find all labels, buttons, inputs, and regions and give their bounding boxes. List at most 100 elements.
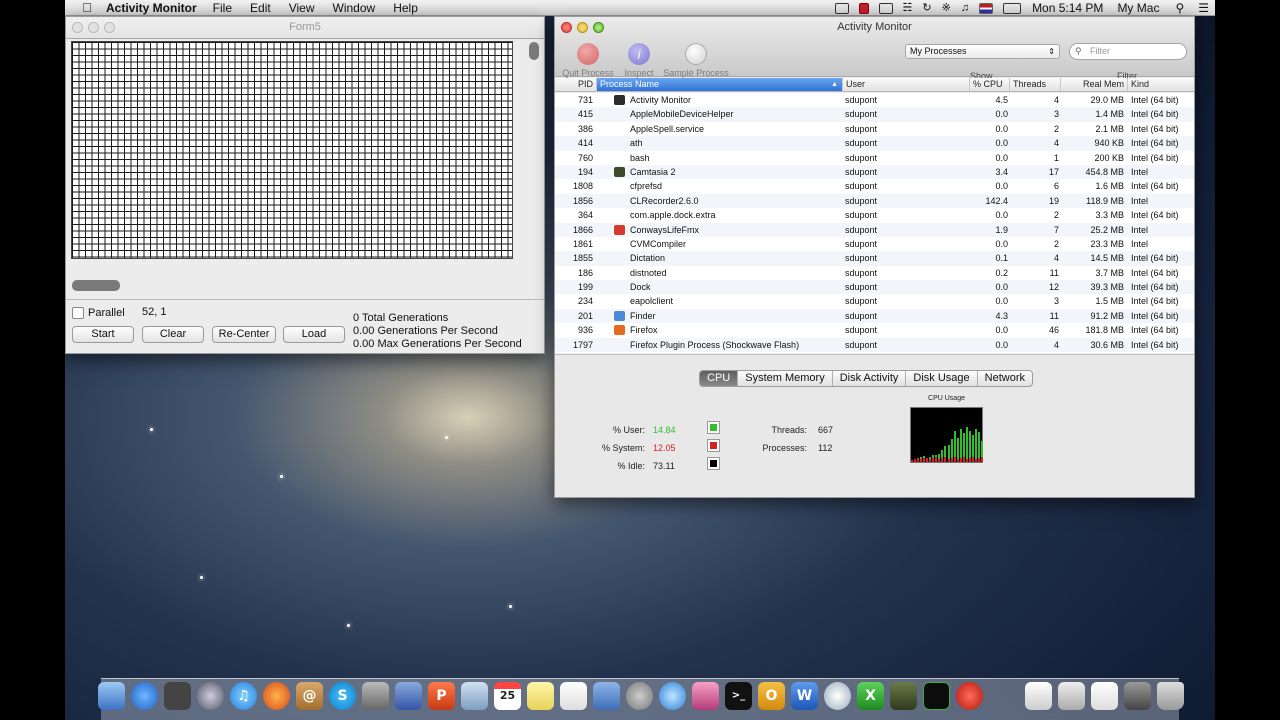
airplay-icon[interactable] xyxy=(878,2,893,14)
document3-dock-icon[interactable] xyxy=(1091,682,1118,710)
filter-search-field[interactable]: ⚲ Filter xyxy=(1069,43,1187,60)
system-color-swatch[interactable] xyxy=(707,439,720,452)
recenter-button[interactable]: Re-Center xyxy=(212,326,276,343)
camtasia-dock-icon[interactable] xyxy=(890,682,917,710)
wifi-icon[interactable]: ☵ xyxy=(903,2,913,14)
column-pid[interactable]: PID xyxy=(555,78,597,91)
mail-dock-icon[interactable] xyxy=(461,682,488,710)
minimize-button[interactable] xyxy=(88,22,99,33)
menu-file[interactable]: File xyxy=(213,1,232,15)
conways-life-dock-icon[interactable] xyxy=(956,682,983,710)
screen-icon[interactable] xyxy=(834,2,849,14)
reminders-dock-icon[interactable] xyxy=(560,682,587,710)
table-row[interactable]: 1856 CLRecorder2.6.0 sdupont 142.4 19 118.9 M… xyxy=(555,193,1194,209)
start-button[interactable]: Start xyxy=(72,326,134,343)
sample-process-button[interactable]: Sample Process xyxy=(661,43,731,79)
excel-dock-icon[interactable]: X xyxy=(857,682,884,710)
vertical-scrollbar[interactable] xyxy=(528,41,540,273)
column-process-name[interactable]: Process Name ▲ xyxy=(597,78,843,91)
calendar-dock-icon[interactable]: 25 xyxy=(494,682,521,710)
launchpad-dock-icon[interactable] xyxy=(197,682,224,710)
battery-icon[interactable] xyxy=(1003,2,1022,14)
safari-dock-icon[interactable] xyxy=(659,682,686,710)
table-row[interactable]: 194 Camtasia 2 sdupont 3.4 17 454.8 MB Intel xyxy=(555,164,1194,180)
table-row[interactable]: 364 com.apple.dock.extra sdupont 0.0 2 3.3 MB… xyxy=(555,208,1194,222)
horizontal-scroll-thumb[interactable] xyxy=(72,280,120,291)
flag-icon[interactable] xyxy=(979,2,994,14)
tab-disk-activity[interactable]: Disk Activity xyxy=(833,371,907,386)
column-user[interactable]: User xyxy=(843,78,970,91)
powerpoint-dock-icon[interactable]: P xyxy=(428,682,455,710)
parallel-checkbox[interactable] xyxy=(72,307,84,319)
menu-user[interactable]: My Mac xyxy=(1117,1,1159,15)
menu-app-name[interactable]: Activity Monitor xyxy=(106,1,197,15)
document-dock-icon[interactable] xyxy=(1025,682,1052,710)
tab-network[interactable]: Network xyxy=(978,371,1032,386)
table-row[interactable]: 1797 Firefox Plugin Process (Shockwave Fl… xyxy=(555,337,1194,353)
table-row[interactable]: 1808 cfprefsd sdupont 0.0 6 1.6 MB Intel (64 b… xyxy=(555,179,1194,193)
table-row[interactable]: 936 Firefox sdupont 0.0 46 181.8 MB Intel (64 … xyxy=(555,323,1194,337)
column-cpu[interactable]: % CPU xyxy=(970,78,1010,91)
utility-dock-icon[interactable] xyxy=(395,682,422,710)
activity-monitor-dock-icon[interactable] xyxy=(923,682,950,710)
column-threads[interactable]: Threads xyxy=(1010,78,1061,91)
close-button[interactable] xyxy=(561,22,572,33)
downloads-dock-icon[interactable] xyxy=(1124,682,1151,710)
tab-disk-usage[interactable]: Disk Usage xyxy=(906,371,978,386)
volume-icon[interactable]: ♫ xyxy=(961,2,969,14)
table-row[interactable]: 234 eapolclient sdupont 0.0 3 1.5 MB Intel (64… xyxy=(555,294,1194,308)
close-button[interactable] xyxy=(72,22,83,33)
clear-button[interactable]: Clear xyxy=(142,326,204,343)
menu-edit[interactable]: Edit xyxy=(250,1,271,15)
clock-dock-icon[interactable] xyxy=(824,682,851,710)
table-row[interactable]: 1855 Dictation sdupont 0.1 4 14.5 MB Intel (64… xyxy=(555,251,1194,266)
notes-dock-icon[interactable] xyxy=(527,682,554,710)
document2-dock-icon[interactable] xyxy=(1058,682,1085,710)
zoom-button[interactable] xyxy=(104,22,115,33)
notification-center-icon[interactable]: ☰ xyxy=(1198,1,1209,15)
menu-window[interactable]: Window xyxy=(333,1,376,15)
outlook-dock-icon[interactable]: O xyxy=(758,682,785,710)
show-popup[interactable]: My Processes ⇕ xyxy=(905,44,1060,59)
minimize-button[interactable] xyxy=(577,22,588,33)
finder-dock-icon[interactable] xyxy=(98,682,125,710)
xcode-dock-icon[interactable] xyxy=(593,682,620,710)
table-row[interactable]: 414 ath sdupont 0.0 4 940 KB Intel (64 bit) xyxy=(555,136,1194,151)
trash-dock-icon[interactable] xyxy=(1157,682,1184,710)
books-dock-icon[interactable] xyxy=(692,682,719,710)
spotlight-icon[interactable]: ⚲ xyxy=(1175,1,1184,15)
vertical-scroll-thumb[interactable] xyxy=(529,42,539,60)
recorder-icon[interactable] xyxy=(858,2,869,14)
menu-view[interactable]: View xyxy=(289,1,315,15)
table-row[interactable]: 731 Activity Monitor sdupont 4.5 4 29.0 MB Int… xyxy=(555,93,1194,107)
life-grid[interactable] xyxy=(71,41,513,259)
menu-clock[interactable]: Mon 5:14 PM xyxy=(1032,1,1103,15)
itunes-dock-icon[interactable]: ♫ xyxy=(230,682,257,710)
firefox-dock-icon[interactable] xyxy=(263,682,290,710)
table-row[interactable]: 199 Dock sdupont 0.0 12 39.3 MB Intel (64 bit) xyxy=(555,280,1194,295)
app-store-dock-icon[interactable] xyxy=(131,682,158,710)
column-real-mem[interactable]: Real Mem xyxy=(1061,78,1128,91)
tab-system-memory[interactable]: System Memory xyxy=(738,371,833,386)
table-row[interactable]: 415 AppleMobileDeviceHelper sdupont 0.0 3 1.4… xyxy=(555,107,1194,122)
table-row[interactable]: 201 Finder sdupont 4.3 11 91.2 MB Intel (64 bi… xyxy=(555,308,1194,324)
idle-color-swatch[interactable] xyxy=(707,457,720,470)
menu-help[interactable]: Help xyxy=(393,1,418,15)
terminal-dock-icon[interactable]: >_ xyxy=(725,682,752,710)
table-row[interactable]: 186 distnoted sdupont 0.2 11 3.7 MB Intel (64 … xyxy=(555,266,1194,280)
zoom-button[interactable] xyxy=(593,22,604,33)
table-row[interactable]: 1861 CVMCompiler sdupont 0.0 2 23.3 MB Intel xyxy=(555,237,1194,251)
system-preferences-dock-icon[interactable] xyxy=(626,682,653,710)
photos-dock-icon[interactable] xyxy=(362,682,389,710)
apple-menu-icon[interactable]:  xyxy=(80,1,94,14)
table-row[interactable]: 1866 ConwaysLifeFmx sdupont 1.9 7 25.2 MB Inte… xyxy=(555,222,1194,237)
skype-dock-icon[interactable]: S xyxy=(329,682,356,710)
quit-process-button[interactable]: Quit Process xyxy=(560,43,616,79)
column-kind[interactable]: Kind xyxy=(1128,78,1194,91)
table-row[interactable]: 386 AppleSpell.service sdupont 0.0 2 2.1 MB In… xyxy=(555,122,1194,136)
load-button[interactable]: Load xyxy=(283,326,345,343)
inspect-button[interactable]: i Inspect xyxy=(621,43,657,79)
bluetooth-icon[interactable]: ※ xyxy=(942,2,951,14)
contacts-dock-icon[interactable]: @ xyxy=(296,682,323,710)
table-row[interactable]: 760 bash sdupont 0.0 1 200 KB Intel (64 bit) xyxy=(555,151,1194,165)
